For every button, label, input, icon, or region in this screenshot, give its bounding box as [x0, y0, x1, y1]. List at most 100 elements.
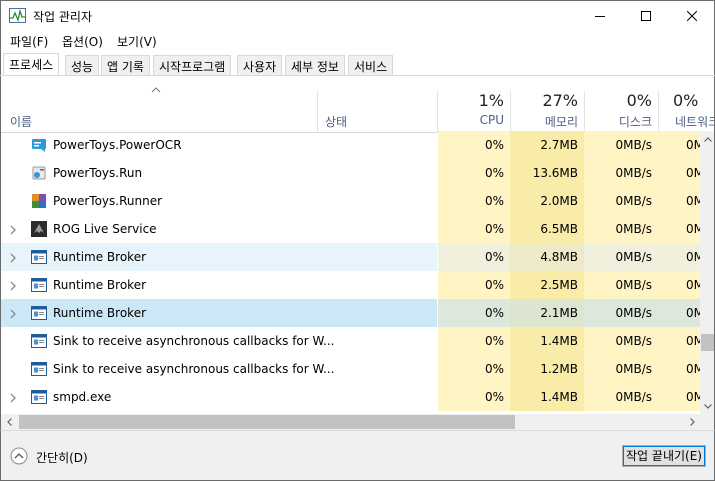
window-app-icon — [31, 277, 47, 293]
window-app-icon — [31, 333, 47, 349]
scroll-up-button[interactable] — [700, 131, 714, 147]
chevron-right-icon[interactable] — [9, 392, 17, 403]
process-name: PowerToys.PowerOCR — [53, 138, 182, 152]
tab-details[interactable]: 세부 정보 — [285, 55, 345, 76]
col-header-status[interactable]: 상태 — [318, 76, 437, 133]
process-row[interactable]: PowerToys.Run 0%13.6MB0MB/s0Mbps — [1, 159, 702, 187]
cpu-value: 0% — [438, 243, 510, 271]
chevron-right-icon[interactable] — [9, 252, 17, 263]
powertoys-run-icon — [31, 165, 47, 181]
disk-value: 0MB/s — [584, 131, 658, 159]
col-header-name[interactable]: 이름 — [1, 76, 317, 133]
window-app-icon — [31, 249, 47, 265]
process-name: Sink to receive asynchronous callbacks f… — [53, 362, 335, 376]
disk-value: 0MB/s — [584, 355, 658, 383]
disk-value: 0MB/s — [584, 243, 658, 271]
tab-strip: 프로세스 성능 앱 기록 시작프로그램 사용자 세부 정보 서비스 — [0, 52, 715, 76]
process-row[interactable]: PowerToys.PowerOCR 0%2.7MB0MB/s0Mbps — [1, 131, 702, 159]
powertoys-runner-icon — [31, 193, 47, 209]
tab-app-history[interactable]: 앱 기록 — [101, 55, 150, 76]
window-app-icon — [31, 361, 47, 377]
chevron-down-icon — [704, 403, 712, 409]
memory-percent: 27% — [542, 91, 578, 110]
memory-value: 4.8MB — [510, 243, 584, 271]
powertoys-ocr-icon — [31, 137, 47, 153]
menu-view[interactable]: 보기(V) — [117, 33, 157, 50]
menu-bar: 파일(F) 옵션(O) 보기(V) — [0, 30, 715, 52]
process-row[interactable]: Runtime Broker 0%2.1MB0MB/s0Mbps — [1, 299, 702, 327]
cpu-value: 0% — [438, 271, 510, 299]
col-header-memory[interactable]: 27% 메모리 — [511, 76, 584, 133]
window-app-icon — [31, 389, 47, 405]
minimize-button[interactable] — [577, 1, 623, 31]
menu-file[interactable]: 파일(F) — [10, 33, 48, 50]
chevron-up-icon — [704, 136, 712, 142]
end-task-button[interactable]: 작업 끝내기(E) — [622, 445, 706, 467]
process-row[interactable]: Sink to receive asynchronous callbacks f… — [1, 327, 702, 355]
network-value: 0Mbps — [658, 271, 702, 299]
tab-processes[interactable]: 프로세스 — [3, 53, 60, 76]
cpu-value: 0% — [438, 299, 510, 327]
col-name-label: 이름 — [10, 115, 33, 129]
rog-icon — [31, 221, 47, 237]
memory-value: 6.5MB — [510, 215, 584, 243]
memory-value: 2.7MB — [510, 131, 584, 159]
close-button[interactable] — [669, 1, 715, 31]
process-row[interactable]: Runtime Broker 0%4.8MB0MB/s0Mbps — [1, 243, 702, 271]
scroll-right-button[interactable] — [684, 414, 700, 430]
scroll-left-button[interactable] — [1, 414, 17, 430]
network-value: 0Mbps — [658, 243, 702, 271]
cpu-percent: 1% — [478, 91, 504, 110]
title-bar[interactable]: 작업 관리자 — [0, 0, 715, 30]
network-value: 0Mbps — [658, 383, 702, 411]
memory-value: 2.1MB — [510, 299, 584, 327]
chevron-right-icon[interactable] — [9, 280, 17, 291]
memory-value: 13.6MB — [510, 159, 584, 187]
chevron-right-icon[interactable] — [9, 224, 17, 235]
horizontal-scroll-thumb[interactable] — [19, 415, 515, 429]
horizontal-scrollbar[interactable] — [1, 414, 700, 430]
col-header-cpu[interactable]: 1% CPU — [438, 76, 510, 133]
cpu-value: 0% — [438, 215, 510, 243]
sort-ascending-icon — [151, 87, 161, 93]
menu-options[interactable]: 옵션(O) — [62, 33, 103, 50]
scrollbar-corner — [700, 414, 714, 430]
tab-performance[interactable]: 성능 — [65, 55, 100, 76]
process-row[interactable]: Runtime Broker 0%2.5MB0MB/s0Mbps — [1, 271, 702, 299]
network-value: 0Mbps — [658, 187, 702, 215]
process-name: smpd.exe — [53, 390, 112, 404]
process-name: Runtime Broker — [53, 250, 147, 264]
network-value: 0Mbps — [658, 159, 702, 187]
process-row[interactable]: ROG Live Service 0%6.5MB0MB/s0Mbps — [1, 215, 702, 243]
cpu-value: 0% — [438, 383, 510, 411]
disk-label: 디스크 — [618, 115, 652, 129]
disk-percent: 0% — [626, 91, 652, 110]
tab-services[interactable]: 서비스 — [348, 55, 394, 76]
scroll-down-button[interactable] — [700, 398, 714, 414]
cpu-value: 0% — [438, 159, 510, 187]
memory-value: 1.4MB — [510, 383, 584, 411]
disk-value: 0MB/s — [584, 215, 658, 243]
network-value: 0Mbps — [658, 131, 702, 159]
disk-value: 0MB/s — [584, 187, 658, 215]
process-row[interactable]: PowerToys.Runner 0%2.0MB0MB/s0Mbps — [1, 187, 702, 215]
network-label: 네트워크 — [675, 115, 715, 129]
process-name: PowerToys.Run — [53, 166, 143, 180]
maximize-button[interactable] — [623, 1, 669, 31]
chevron-right-icon[interactable] — [9, 308, 17, 319]
memory-value: 1.2MB — [510, 355, 584, 383]
maximize-icon — [641, 11, 651, 21]
process-row[interactable]: Sink to receive asynchronous callbacks f… — [1, 355, 702, 383]
window-title: 작업 관리자 — [33, 10, 93, 24]
col-header-disk[interactable]: 0% 디스크 — [585, 76, 658, 133]
vertical-scroll-thumb[interactable] — [701, 334, 714, 351]
memory-value: 1.4MB — [510, 327, 584, 355]
process-name: Runtime Broker — [53, 278, 147, 292]
network-value: 0Mbps — [658, 299, 702, 327]
tab-startup[interactable]: 시작프로그램 — [153, 55, 232, 76]
tab-users[interactable]: 사용자 — [237, 55, 283, 76]
col-header-network[interactable]: 0% 네트워크 — [659, 76, 715, 133]
vertical-scrollbar[interactable] — [700, 131, 714, 414]
process-row[interactable]: smpd.exe 0%1.4MB0MB/s0Mbps — [1, 383, 702, 411]
network-value: 0Mbps — [658, 355, 702, 383]
